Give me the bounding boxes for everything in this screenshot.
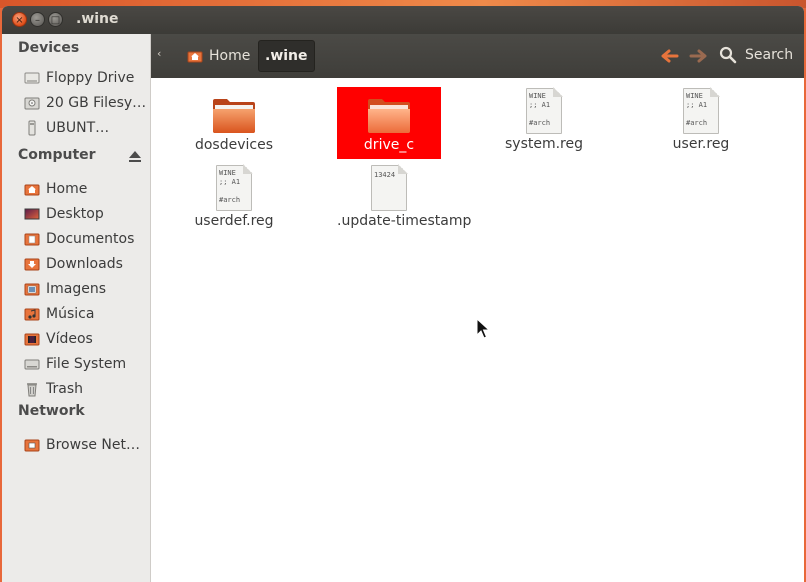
sidebar-item-trash[interactable]: Trash [24,378,148,400]
floppy-icon [24,70,40,86]
search-label: Search [745,47,794,63]
sidebar-item-label: Downloads [46,256,123,272]
back-arrow-icon[interactable] [659,48,679,64]
trash-icon [24,381,40,397]
network-icon [24,437,40,453]
sidebar-item-filesystem-20gb[interactable]: 20 GB Filesy… [24,92,148,114]
videos-folder-icon [24,331,40,347]
sidebar-item-label: File System [46,356,127,372]
file-name: drive_c [363,137,415,153]
breadcrumb-label: .wine [265,48,308,64]
sidebar-item-label: Documentos [46,231,135,247]
sidebar-heading-network: Network [18,403,85,419]
sidebar-item-label: UBUNT… [46,120,110,136]
sidebar-item-label: Imagens [46,281,107,297]
sidebar-item-musica[interactable]: Música [24,303,148,325]
sidebar-item-label: Música [46,306,95,322]
minimize-button[interactable]: – [30,12,45,27]
music-folder-icon [24,306,40,322]
file-name: .update-timestamp [337,213,472,229]
forward-arrow-icon[interactable] [689,48,709,64]
eject-icon[interactable] [127,148,143,164]
sidebar-item-label: Vídeos [46,331,93,347]
sidebar-heading-devices: Devices [18,40,80,56]
file-name: dosdevices [194,137,274,153]
breadcrumb-scroll-left-icon[interactable]: ‹ [157,47,161,60]
file-name: user.reg [672,136,730,152]
breadcrumb-label: Home [209,48,251,64]
sidebar-item-documentos[interactable]: Documentos [24,228,148,250]
filesystem-icon [24,356,40,372]
folder-icon [211,97,257,135]
breadcrumb-home[interactable]: Home [181,40,256,72]
folder-icon [366,97,412,135]
search-icon [719,46,737,64]
pictures-folder-icon [24,281,40,297]
file-item-system-reg[interactable]: WINE ;; A1 #arch system.reg [492,87,596,152]
sidebar-item-label: Floppy Drive [46,70,135,86]
breadcrumb-current[interactable]: .wine [258,40,315,72]
text-document-icon: WINE ;; A1 #arch [216,164,253,211]
harddisk-icon [24,95,40,111]
home-folder-icon [24,181,40,197]
file-item-drive-c[interactable]: drive_c [337,87,441,159]
sidebar-item-ubuntu-drive[interactable]: UBUNT… [24,117,148,139]
file-manager-window: × – □ .wine Devices Floppy Drive 20 GB F… [2,6,804,582]
search-button[interactable]: Search [719,46,793,64]
mouse-pointer-icon [476,317,491,340]
usb-drive-icon [24,120,40,136]
file-name: userdef.reg [194,213,274,229]
sidebar-item-videos[interactable]: Vídeos [24,328,148,350]
file-item-dosdevices[interactable]: dosdevices [182,88,286,153]
file-name: system.reg [504,136,583,152]
file-preview-text: WINE ;; A1 #arch [686,92,708,127]
file-preview-text: 13424 [374,171,396,179]
file-item-userdef-reg[interactable]: WINE ;; A1 #arch userdef.reg [182,164,286,229]
file-preview-text: WINE ;; A1 #arch [219,169,241,204]
sidebar-item-imagens[interactable]: Imagens [24,278,148,300]
close-button[interactable]: × [12,12,27,27]
text-document-icon: WINE ;; A1 #arch [526,87,563,134]
sidebar-item-label: Desktop [46,206,104,222]
file-preview-text: WINE ;; A1 #arch [529,92,551,127]
file-item-user-reg[interactable]: WINE ;; A1 #arch user.reg [649,87,753,152]
window-title: .wine [76,11,119,27]
sidebar-item-label: Trash [46,381,83,397]
toolbar: ‹ Home .wine Search [151,34,804,78]
sidebar-item-label: 20 GB Filesy… [46,95,147,111]
sidebar-item-browse-network[interactable]: Browse Net… [24,434,148,456]
sidebar-item-label: Browse Net… [46,437,141,453]
file-item-update-timestamp[interactable]: 13424 .update-timestamp [337,164,472,229]
sidebar-item-home[interactable]: Home [24,178,148,200]
sidebar-item-label: Home [46,181,88,197]
sidebar-heading-computer: Computer [18,147,96,163]
home-folder-icon [187,48,203,64]
downloads-folder-icon [24,256,40,272]
sidebar-item-floppy-drive[interactable]: Floppy Drive [24,67,148,89]
desktop-icon [24,206,40,222]
sidebar-item-file-system[interactable]: File System [24,353,148,375]
sidebar-item-downloads[interactable]: Downloads [24,253,148,275]
text-document-icon: 13424 [371,164,408,211]
maximize-button[interactable]: □ [48,12,63,27]
text-document-icon: WINE ;; A1 #arch [683,87,720,134]
places-sidebar: Devices Floppy Drive 20 GB Filesy… UBUNT… [2,34,151,582]
sidebar-item-desktop[interactable]: Desktop [24,203,148,225]
title-bar[interactable]: × – □ .wine [2,6,804,34]
documents-folder-icon [24,231,40,247]
